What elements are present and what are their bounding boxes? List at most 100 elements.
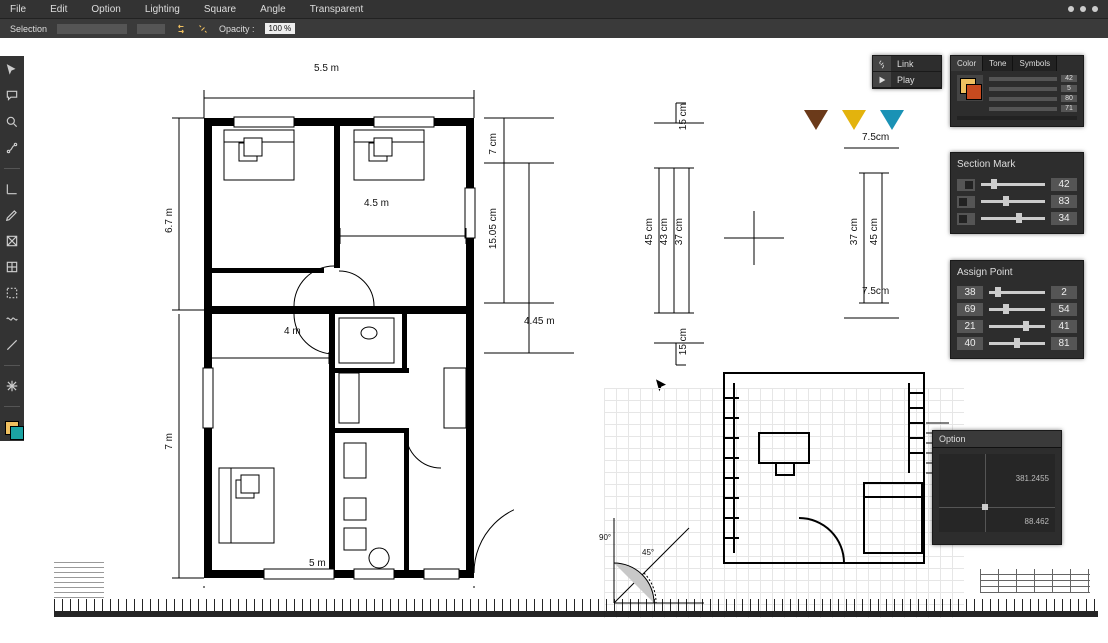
section-slider-3[interactable]: [981, 217, 1045, 220]
canvas[interactable]: 5.5 m 6.7 m 7 m 4.5 m 4 m 5 m 7 cm 15.05…: [24, 38, 1108, 643]
menu-option[interactable]: Option: [91, 4, 120, 15]
option-anglebox[interactable]: 381.2455 88.462: [939, 454, 1055, 532]
line-tool-icon[interactable]: [4, 337, 20, 353]
dim-top: 5.5 m: [314, 63, 339, 74]
tab-symbols[interactable]: Symbols: [1013, 56, 1057, 71]
assign-r-3[interactable]: 41: [1051, 320, 1077, 333]
menu-angle[interactable]: Angle: [260, 4, 286, 15]
assign-l-3[interactable]: 21: [957, 320, 983, 333]
swap-icon[interactable]: [175, 23, 187, 35]
zoom-tool-icon[interactable]: [4, 114, 20, 130]
assign-r-1[interactable]: 2: [1051, 286, 1077, 299]
ruler-bottom: [54, 599, 1098, 613]
play-label: Play: [891, 75, 915, 85]
mini-table: [980, 569, 1090, 593]
color-val-1[interactable]: 42: [1061, 75, 1077, 82]
window-min-icon[interactable]: [1068, 6, 1074, 12]
burst-tool-icon[interactable]: [4, 378, 20, 394]
dashed-tool-icon[interactable]: [4, 285, 20, 301]
assign-r-2[interactable]: 54: [1051, 303, 1077, 316]
assign-slider-1[interactable]: [989, 291, 1045, 294]
floor-plan-main: [144, 68, 514, 588]
tab-tone[interactable]: Tone: [983, 56, 1013, 71]
menu-edit[interactable]: Edit: [50, 4, 67, 15]
section-slider-2[interactable]: [981, 200, 1045, 203]
menu-square[interactable]: Square: [204, 4, 236, 15]
menu-transparent[interactable]: Transparent: [310, 4, 364, 15]
play-row[interactable]: Play: [873, 72, 941, 88]
play-icon: [873, 72, 891, 87]
section-val-3[interactable]: 34: [1051, 212, 1077, 225]
cursor-tool-icon[interactable]: [4, 62, 20, 78]
options-toolbar: Selection Opacity : 100 %: [0, 18, 1108, 38]
angle-90: 90°: [599, 533, 611, 542]
link-label: Link: [891, 59, 914, 69]
panel-linkplay: Link Play: [872, 55, 942, 89]
dim-det-rtop: 7.5cm: [862, 132, 889, 143]
assign-point-title: Assign Point: [957, 265, 1077, 282]
tab-color[interactable]: Color: [951, 56, 983, 71]
color-slider-1[interactable]: [989, 77, 1057, 81]
section-toggle-1[interactable]: [957, 179, 975, 191]
section-toggle-3[interactable]: [957, 213, 975, 225]
assign-l-2[interactable]: 69: [957, 303, 983, 316]
section-toggle-2[interactable]: [957, 196, 975, 208]
dim-det-lc: 37 cm: [674, 218, 685, 245]
tool-strip: [0, 56, 24, 441]
option-title: Option: [933, 431, 1061, 448]
dim-det-bot: 15 cm: [678, 328, 689, 355]
color-slider-4[interactable]: [989, 107, 1057, 111]
field-1[interactable]: [57, 24, 127, 34]
option-val-1: 381.2455: [1016, 474, 1049, 483]
assign-slider-4[interactable]: [989, 342, 1045, 345]
field-2[interactable]: [137, 24, 165, 34]
link-row[interactable]: Link: [873, 56, 941, 72]
menu-file[interactable]: File: [10, 4, 26, 15]
window-close-icon[interactable]: [1092, 6, 1098, 12]
comment-tool-icon[interactable]: [4, 88, 20, 104]
color-val-3[interactable]: 80: [1061, 95, 1077, 102]
origin-tool-icon[interactable]: [4, 181, 20, 197]
color-slider-2[interactable]: [989, 87, 1057, 91]
color-slider-3[interactable]: [989, 97, 1057, 101]
dim-det-lb: 43 cm: [659, 218, 670, 245]
opacity-value[interactable]: 100 %: [265, 23, 296, 34]
node-tool-icon[interactable]: [4, 140, 20, 156]
assign-l-1[interactable]: 38: [957, 286, 983, 299]
panel-option[interactable]: Option 381.2455 88.462: [932, 430, 1062, 545]
assign-slider-2[interactable]: [989, 308, 1045, 311]
option-val-2: 88.462: [1025, 517, 1049, 526]
panel-colors: Color Tone Symbols 42 5 80 71: [950, 55, 1084, 127]
color-val-4[interactable]: 71: [1061, 105, 1077, 112]
dim-det-ra: 37 cm: [849, 218, 860, 245]
dim-bottom: 5 m: [309, 558, 326, 569]
assign-l-4[interactable]: 40: [957, 337, 983, 350]
menu-bar: File Edit Option Lighting Square Angle T…: [0, 0, 1108, 18]
wave-tool-icon[interactable]: [4, 311, 20, 327]
swatch-preview[interactable]: [957, 75, 983, 101]
section-val-1[interactable]: 42: [1051, 178, 1077, 191]
dim-inner-a: 4.5 m: [364, 198, 389, 209]
opacity-label: Opacity :: [219, 24, 255, 34]
dim-right-a: 7 cm: [488, 133, 499, 155]
link-break-icon[interactable]: [197, 23, 209, 35]
pen-tool-icon[interactable]: [4, 207, 20, 223]
window-max-icon[interactable]: [1080, 6, 1086, 12]
panel-assign-point: Assign Point 38 2 69 54 21 41 40 81: [950, 260, 1084, 359]
grid-edit-tool-icon[interactable]: [4, 259, 20, 275]
dim-det-top: 15 cm: [678, 103, 689, 130]
color-swatch-icon[interactable]: [5, 421, 19, 435]
dim-inner-b: 4 m: [284, 326, 301, 337]
dim-det-rbot: 7.5cm: [862, 286, 889, 297]
dim-right-b: 15.05 cm: [488, 208, 499, 249]
assign-r-4[interactable]: 81: [1051, 337, 1077, 350]
color-val-2[interactable]: 5: [1061, 85, 1077, 92]
section-val-2[interactable]: 83: [1051, 195, 1077, 208]
panel-section-mark: Section Mark 42 83 34: [950, 152, 1084, 234]
section-mark-title: Section Mark: [957, 157, 1077, 174]
dim-left-upper: 6.7 m: [164, 208, 175, 233]
section-slider-1[interactable]: [981, 183, 1045, 186]
grid-x-tool-icon[interactable]: [4, 233, 20, 249]
assign-slider-3[interactable]: [989, 325, 1045, 328]
menu-lighting[interactable]: Lighting: [145, 4, 180, 15]
